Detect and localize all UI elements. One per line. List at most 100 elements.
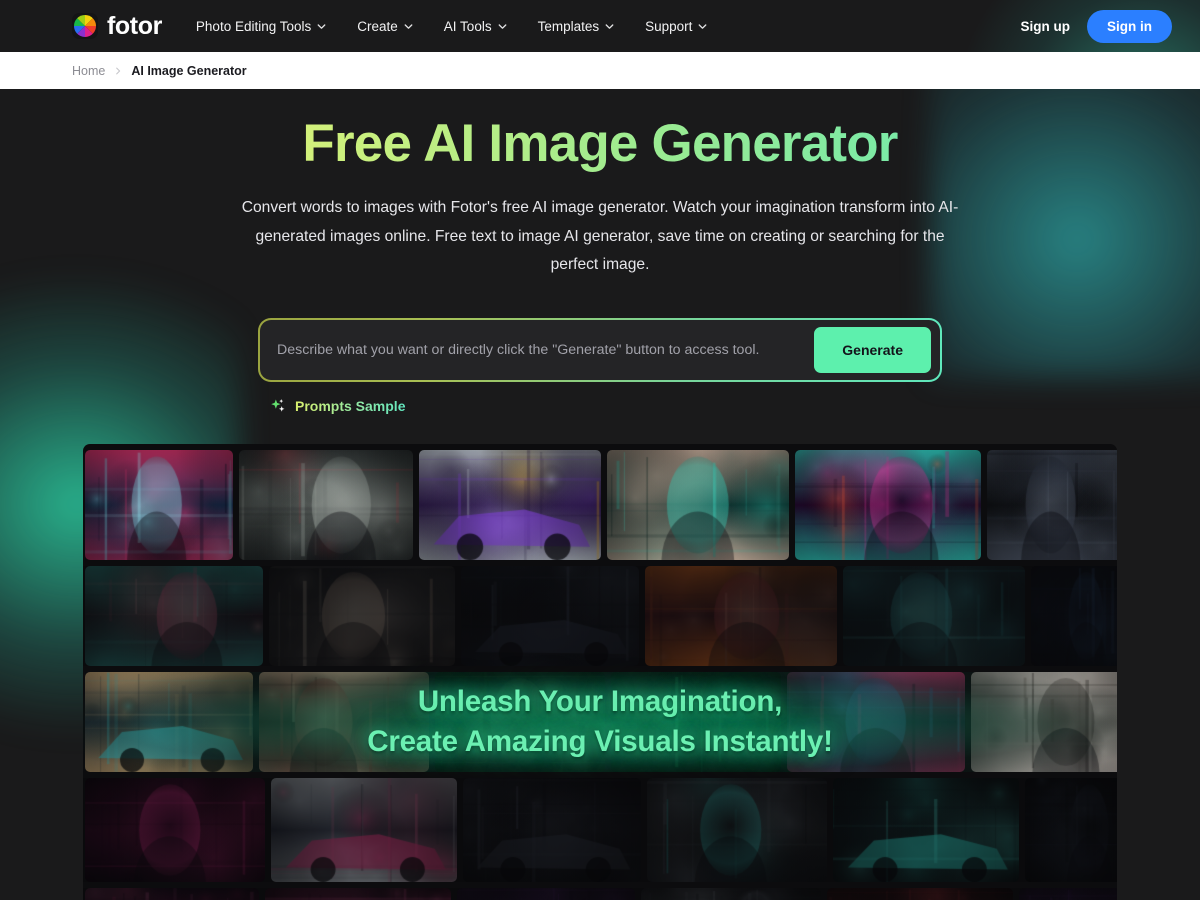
chevron-right-icon	[116, 67, 121, 74]
nav-item-support[interactable]: Support	[645, 19, 707, 34]
nav-item-label: Support	[645, 18, 693, 34]
gallery-image-woman-red-kimono[interactable]	[259, 671, 429, 772]
prompt-input[interactable]	[277, 341, 815, 358]
generated-image-thumbnail	[265, 887, 451, 900]
fotor-color-wheel-logo	[72, 13, 98, 39]
generated-image-thumbnail	[461, 565, 639, 666]
nav-item-label: Templates	[537, 18, 600, 34]
generated-image-thumbnail	[843, 565, 1025, 666]
prompts-sample-label: Prompts Sample	[295, 398, 406, 415]
gallery-image-dark-street-figure[interactable]	[1025, 777, 1117, 882]
gallery-image-blue-face-neon-wall[interactable]	[787, 671, 965, 772]
chevron-down-icon	[317, 23, 326, 29]
page-subtitle: Convert words to images with Fotor's fre…	[241, 199, 959, 274]
gallery-row-3: Unleash Your Imagination, Create Amazing …	[83, 671, 1117, 772]
generated-image-thumbnail	[85, 671, 253, 772]
prompt-input-bar: Generate	[258, 317, 942, 382]
gallery-image-green-forest-figure[interactable]	[435, 671, 605, 772]
generated-image-thumbnail	[85, 449, 233, 560]
generated-image-thumbnail	[607, 449, 789, 560]
page-title: Free AI Image Generator	[0, 115, 1200, 172]
chevron-down-icon	[404, 23, 413, 29]
generated-image-thumbnail	[795, 449, 981, 560]
gallery-image-dark-armored-car[interactable]	[463, 777, 641, 882]
breadcrumb-current-page: AI Image Generator	[131, 63, 247, 78]
gallery-row-2	[83, 565, 1117, 666]
generated-image-thumbnail	[647, 777, 827, 882]
prompts-sample-link[interactable]: Prompts Sample	[258, 398, 942, 415]
gallery-image-winged-woman-teal[interactable]	[607, 449, 789, 560]
gallery-image-cyberpunk-sports-car[interactable]	[419, 449, 601, 560]
generated-image-thumbnail	[1031, 565, 1117, 666]
gallery-image-dark-hair-woman-portrait[interactable]	[269, 565, 455, 666]
gallery-row-5	[83, 887, 1117, 900]
gallery-image-teal-suit-figure-standing[interactable]	[647, 777, 827, 882]
generated-image-thumbnail	[85, 777, 265, 882]
gallery-image-dark-purple-scene[interactable]	[457, 887, 635, 900]
generated-image-thumbnail	[611, 671, 781, 772]
gallery-image-pink-sports-car-city[interactable]	[271, 777, 457, 882]
nav-account-actions: Sign up Sign in	[1021, 9, 1172, 43]
gallery-image-dark-figure-alley[interactable]	[987, 449, 1117, 560]
gallery-image-woman-bw-portrait[interactable]	[971, 671, 1117, 772]
generated-image-thumbnail	[1025, 777, 1117, 882]
breadcrumb: Home AI Image Generator	[0, 52, 1200, 89]
generated-image-thumbnail	[271, 777, 457, 882]
breadcrumb-home-link[interactable]: Home	[72, 64, 105, 78]
nav-item-create[interactable]: Create	[357, 19, 413, 34]
chevron-down-icon	[698, 23, 707, 29]
nav-item-ai-tools[interactable]: AI Tools	[444, 19, 507, 34]
nav-menu: Photo Editing Tools Create AI Tools Temp…	[196, 19, 707, 34]
sign-in-button[interactable]: Sign in	[1087, 9, 1172, 43]
gallery-image-black-car-night-street[interactable]	[461, 565, 639, 666]
gallery-row-1	[83, 449, 1117, 560]
sign-up-button[interactable]: Sign up	[1021, 19, 1071, 34]
nav-item-label: Photo Editing Tools	[195, 18, 312, 34]
generated-image-thumbnail	[1019, 887, 1117, 900]
generated-image-thumbnail	[641, 887, 821, 900]
gallery-image-dark-figure-rainy-city[interactable]	[239, 449, 413, 560]
gallery-image-cyan-hair-woman-portrait[interactable]	[85, 449, 233, 560]
generated-image-thumbnail	[269, 565, 455, 666]
nav-item-label: AI Tools	[443, 18, 492, 34]
generated-image-thumbnail	[645, 565, 837, 666]
generated-image-thumbnail	[971, 671, 1117, 772]
nav-item-label: Create	[357, 18, 398, 34]
top-navigation-bar: fotor Photo Editing Tools Create AI Tool…	[0, 0, 1200, 52]
gallery-image-neon-cyberpunk-woman[interactable]	[795, 449, 981, 560]
gallery-row-4	[83, 777, 1117, 882]
chevron-down-icon	[605, 23, 614, 29]
gallery-image-pink-neon-woman[interactable]	[85, 777, 265, 882]
gallery-image-blue-figure-dark[interactable]	[1031, 565, 1117, 666]
generated-image-thumbnail	[787, 671, 965, 772]
gallery-image-neon-woman-closeup[interactable]	[85, 565, 263, 666]
gallery-image-grey-figure-scene[interactable]	[641, 887, 821, 900]
gallery-image-woman-teal-suit[interactable]	[843, 565, 1025, 666]
generate-button[interactable]: Generate	[814, 326, 931, 373]
gallery-image-teal-car-city-sunset[interactable]	[85, 671, 253, 772]
nav-item-photo-editing-tools[interactable]: Photo Editing Tools	[196, 19, 326, 34]
generated-image-thumbnail	[457, 887, 635, 900]
generated-image-thumbnail	[987, 449, 1117, 560]
gallery-image-teal-supercar-neon[interactable]	[833, 777, 1019, 882]
hero-section: Free AI Image Generator Convert words to…	[0, 89, 1200, 900]
gallery-image-violet-dark-scene[interactable]	[1019, 887, 1117, 900]
generated-image-thumbnail	[85, 887, 259, 900]
generated-image-thumbnail	[419, 449, 601, 560]
gallery-image-green-neon-alley[interactable]	[611, 671, 781, 772]
fotor-logo-text: fotor	[107, 11, 162, 40]
generated-image-thumbnail	[833, 777, 1019, 882]
gallery-image-pink-neon-scene[interactable]	[85, 887, 259, 900]
nav-item-templates[interactable]: Templates	[538, 19, 615, 34]
fotor-logo[interactable]: fotor	[72, 13, 162, 39]
generated-image-thumbnail	[435, 671, 605, 772]
ai-image-gallery: Unleash Your Imagination, Create Amazing …	[83, 443, 1117, 900]
gallery-image-red-dark-scene[interactable]	[827, 887, 1013, 900]
gallery-image-woman-red-dress-orange[interactable]	[645, 565, 837, 666]
generated-image-thumbnail	[259, 671, 429, 772]
generated-image-thumbnail	[239, 449, 413, 560]
chevron-down-icon	[498, 23, 506, 29]
gallery-image-magenta-graffiti-car[interactable]	[265, 887, 451, 900]
sparkles-icon	[271, 398, 285, 412]
generated-image-thumbnail	[463, 777, 641, 882]
